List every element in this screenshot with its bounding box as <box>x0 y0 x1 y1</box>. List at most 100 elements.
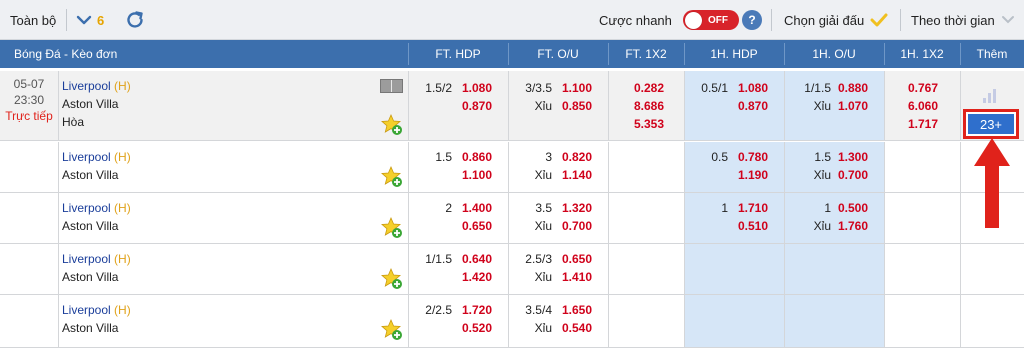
refresh-button[interactable] <box>124 0 146 40</box>
ft-hdp-line: 1/1.5 <box>425 252 452 266</box>
ft-hdp-away-odd[interactable]: 0.870 <box>455 97 492 115</box>
1h-under-odd[interactable]: 0.700 <box>831 166 868 184</box>
1h-hdp-home-odd[interactable]: 0.780 <box>731 148 768 166</box>
ft-under-label: Xỉu <box>534 99 552 113</box>
away-team[interactable]: Aston Villa <box>62 268 118 286</box>
cell-divider <box>784 193 785 243</box>
home-team[interactable]: Liverpool (H) <box>62 199 131 217</box>
ft-under-label: Xỉu <box>534 321 552 335</box>
league-select-label: Chọn giải đấu <box>784 12 865 28</box>
favorite-star-icon[interactable] <box>381 319 403 341</box>
home-team[interactable]: Liverpool (H) <box>62 77 131 95</box>
sort-time-dropdown[interactable]: Theo thời gian <box>911 0 1015 40</box>
away-team[interactable]: Aston Villa <box>62 319 118 337</box>
ft-1x2-away-odd[interactable]: 8.686 <box>608 97 664 115</box>
collapse-toggle[interactable]: 6 <box>76 0 104 40</box>
home-tag: (H) <box>114 252 131 266</box>
ft-hdp-away-odd[interactable]: 0.650 <box>455 217 492 235</box>
1h-hdp-home-odd[interactable]: 1.080 <box>731 79 768 97</box>
1h-over-odd[interactable]: 1.300 <box>831 148 868 166</box>
ft-hdp-home-odd[interactable]: 1.720 <box>455 301 492 319</box>
quick-bet-toggle[interactable]: OFF <box>683 10 739 30</box>
1h-hdp-away-odd[interactable]: 0.510 <box>731 217 768 235</box>
away-team[interactable]: Aston Villa <box>62 95 118 113</box>
1h-under-odd[interactable]: 1.760 <box>831 217 868 235</box>
1h-hdp-line: 0.5/1 <box>701 81 728 95</box>
1h-hdp-away-odd[interactable]: 1.190 <box>731 166 768 184</box>
toolbar: Toàn bộ 6 Cược nhanh OFF ? Chọn giải đấu… <box>0 0 1024 40</box>
ft-ou-line: 3.5 <box>535 201 552 215</box>
scope-dropdown[interactable]: Toàn bộ <box>10 0 56 40</box>
help-button[interactable]: ? <box>742 10 762 30</box>
league-select-button[interactable]: Chọn giải đấu <box>784 0 888 40</box>
checkmark-icon <box>870 13 888 27</box>
ft-hdp-home-odd[interactable]: 0.640 <box>455 250 492 268</box>
table-row: 05-07 23:30 Trực tiếp Liverpool (H) Asto… <box>0 71 1024 141</box>
favorite-star-icon[interactable] <box>381 166 403 188</box>
ft-hdp-away-odd[interactable]: 1.420 <box>455 268 492 286</box>
divider <box>66 9 67 31</box>
home-team-name: Liverpool <box>62 150 111 164</box>
match-date: 05-07 <box>13 77 45 91</box>
cell-divider <box>408 71 409 140</box>
1h-hdp-home-odd[interactable]: 1.710 <box>731 199 768 217</box>
1h-1x2-header: 1H. 1X2 <box>900 47 944 61</box>
match-time: 23:30 <box>13 93 45 107</box>
ft-over-odd[interactable]: 1.320 <box>555 199 592 217</box>
ft-under-odd[interactable]: 0.540 <box>555 319 592 337</box>
ft-under-odd[interactable]: 1.140 <box>555 166 592 184</box>
bar-chart-icon[interactable] <box>983 89 999 103</box>
cell-divider <box>784 244 785 294</box>
cell-divider <box>960 244 961 294</box>
ft-under-odd[interactable]: 0.850 <box>555 97 592 115</box>
away-team[interactable]: Aston Villa <box>62 166 118 184</box>
home-tag: (H) <box>114 79 131 93</box>
sort-time-label: Theo thời gian <box>911 12 995 28</box>
stats-icon[interactable] <box>380 79 403 93</box>
cell-divider <box>608 193 609 243</box>
more-bets-count: 23+ <box>968 114 1014 134</box>
table-row: Liverpool (H) Aston Villa 2/2.5 1.720 0.… <box>0 295 1024 348</box>
more-bets-button[interactable]: 23+ <box>963 109 1019 139</box>
away-team[interactable]: Aston Villa <box>62 217 118 235</box>
ft-under-odd[interactable]: 1.410 <box>555 268 592 286</box>
1h-1x2-home-odd[interactable]: 0.767 <box>884 79 938 97</box>
ft-1x2-home-odd[interactable]: 0.282 <box>608 79 664 97</box>
home-team[interactable]: Liverpool (H) <box>62 250 131 268</box>
ft-ou-line: 3.5/4 <box>525 303 552 317</box>
1h-under-label: Xỉu <box>813 168 831 182</box>
cell-divider <box>784 71 785 140</box>
1h-ou-header: 1H. O/U <box>812 47 856 61</box>
ft-over-odd[interactable]: 1.100 <box>555 79 592 97</box>
home-team[interactable]: Liverpool (H) <box>62 301 131 319</box>
1h-under-label: Xỉu <box>813 99 831 113</box>
ft-over-odd[interactable]: 1.650 <box>555 301 592 319</box>
favorite-star-icon[interactable] <box>381 268 403 290</box>
table-row: Liverpool (H) Aston Villa 2 1.400 0.650 … <box>0 193 1024 244</box>
1h-hdp-away-odd[interactable]: 0.870 <box>731 97 768 115</box>
ft-hdp-home-odd[interactable]: 1.080 <box>455 79 492 97</box>
ft-hdp-home-odd[interactable]: 1.400 <box>455 199 492 217</box>
home-team[interactable]: Liverpool (H) <box>62 148 131 166</box>
cell-divider <box>58 295 59 347</box>
cell-divider <box>508 295 509 347</box>
ft-hdp-away-odd[interactable]: 0.520 <box>455 319 492 337</box>
ft-hdp-line: 2 <box>445 201 452 215</box>
1h-under-odd[interactable]: 1.070 <box>831 97 868 115</box>
1h-1x2-draw-odd[interactable]: 1.717 <box>884 115 938 133</box>
1h-over-odd[interactable]: 0.880 <box>831 79 868 97</box>
ft-hdp-line: 2/2.5 <box>425 303 452 317</box>
1h-ou-line: 1/1.5 <box>804 81 831 95</box>
ft-under-odd[interactable]: 0.700 <box>555 217 592 235</box>
ft-hdp-home-odd[interactable]: 0.860 <box>455 148 492 166</box>
1h-over-odd[interactable]: 0.500 <box>831 199 868 217</box>
table-row: Liverpool (H) Aston Villa 1.5 0.860 1.10… <box>0 142 1024 193</box>
favorite-star-icon[interactable] <box>381 217 403 239</box>
ft-over-odd[interactable]: 0.650 <box>555 250 592 268</box>
ft-over-odd[interactable]: 0.820 <box>555 148 592 166</box>
ft-1x2-draw-odd[interactable]: 5.353 <box>608 115 664 133</box>
cell-divider <box>684 193 685 243</box>
ft-hdp-away-odd[interactable]: 1.100 <box>455 166 492 184</box>
1h-1x2-away-odd[interactable]: 6.060 <box>884 97 938 115</box>
favorite-star-icon[interactable] <box>381 114 403 136</box>
